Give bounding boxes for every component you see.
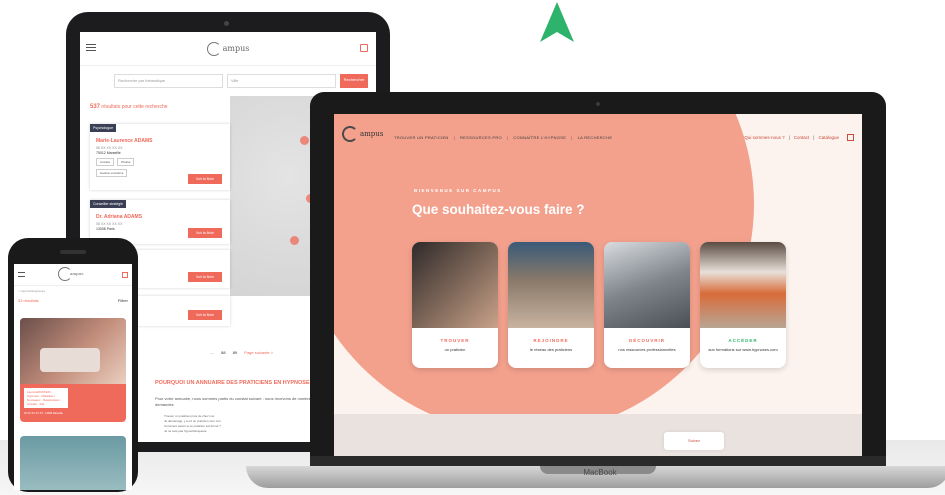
main-menu: TROUVER UN PRATICIEN | RESSOURCES PRO | CO… (394, 135, 613, 140)
see-profile-button[interactable]: Voir la fiche (187, 310, 222, 320)
practitioner-card[interactable]: Psychologue Marie-Laurence ADAMS 06 XX X… (90, 124, 230, 190)
card-subtitle: aux formations sur www.hypnoses.com (708, 347, 778, 352)
card-photo (412, 242, 498, 328)
results-text: résultats pour cette recherche (101, 104, 168, 110)
card-subtitle: nos ressources professionnelles (618, 347, 676, 352)
specialty-chip: Gestion émotions (96, 169, 128, 177)
card-photo (604, 242, 690, 328)
phone-header: ampus (14, 264, 132, 286)
why-title: POURQUOI UN ANNUAIRE DES PRATICIENS EN H… (155, 380, 310, 386)
laptop-screen: ampus TROUVER UN PRATICIEN | RESSOURCES P… (334, 114, 862, 456)
results-count: 33 résultats (18, 298, 39, 303)
logo-text: ampus (360, 130, 384, 138)
nav-pro-resources[interactable]: RESSOURCES PRO (460, 135, 502, 140)
card-meta: 06 XX XX XX XX · 13008 Marseille (24, 412, 63, 415)
action-card-access[interactable]: ACCÉDER aux formations sur www.hypnoses.… (700, 242, 786, 368)
search-button[interactable]: Rechercher (340, 74, 368, 88)
specialty-chip: Anxiété (96, 158, 115, 166)
why-text: Pour votre annuaire, nous sommes partis … (155, 396, 320, 407)
phone-device: ampus > Hypnothérapeutes 33 résultats Fi… (8, 238, 138, 492)
breadcrumb[interactable]: > Hypnothérapeutes (18, 289, 128, 293)
card-title: REJOINDRE (533, 338, 569, 343)
arrow-up-icon (540, 2, 574, 42)
results-number: 537 (90, 104, 101, 110)
see-profile-button[interactable]: Voir la fiche (187, 272, 222, 282)
nav-know-hypnosis[interactable]: CONNAÎTRE L'HYPNOSE (513, 135, 566, 140)
secondary-nav: Qui sommes-nous ? | Contact | Catalogue (744, 134, 854, 141)
calendar-icon[interactable] (122, 272, 128, 278)
action-cards: TROUVER un praticien REJOINDRE le réseau… (412, 242, 786, 368)
page-link[interactable]: 88 (221, 350, 225, 355)
top-nav: ampus TROUVER UN PRATICIEN | RESSOURCES P… (334, 114, 862, 160)
practitioner-city: 75012 Marseille (96, 151, 121, 155)
card-photo (700, 242, 786, 328)
page-link[interactable]: 89 (233, 350, 237, 355)
specialty-chip: Phobie (117, 158, 135, 166)
map-pin[interactable] (290, 236, 299, 245)
nav-catalogue[interactable]: Catalogue (818, 135, 839, 140)
nav-contact[interactable]: Contact (794, 135, 810, 140)
city-input[interactable]: Ville (227, 74, 336, 88)
action-card-discover[interactable]: DÉCOUVRIR nos ressources professionnelle… (604, 242, 690, 368)
macbook-label: MacBook (583, 468, 617, 477)
card-tag: Conseiller stratégie (90, 200, 126, 208)
next-page-link[interactable]: Page suivante > (244, 350, 273, 355)
card-title: TROUVER (440, 338, 470, 343)
phone-speaker (60, 250, 86, 254)
action-card-join[interactable]: REJOINDRE le réseau des praticiens (508, 242, 594, 368)
card-tag: Psychologue (90, 124, 117, 132)
why-list-item: Je ne suis pas hypnothérapeute (164, 429, 207, 433)
footer-band (334, 414, 862, 456)
filter-button[interactable]: Filtrer (118, 298, 128, 303)
logo-text: ampus (70, 271, 84, 276)
tablet-camera (224, 21, 229, 26)
page-ellipsis: … (210, 350, 214, 355)
laptop-camera (596, 102, 600, 106)
action-card-find[interactable]: TROUVER un praticien (412, 242, 498, 368)
search-input[interactable]: Recherche par thématique (114, 74, 223, 88)
see-profile-button[interactable]: Voir la fiche (187, 174, 222, 184)
campus-logo[interactable]: ampus (206, 41, 250, 56)
card-subtitle: Accompagnement psychique (24, 404, 63, 408)
campus-logo[interactable]: ampus (342, 126, 383, 142)
nav-research[interactable]: LA RECHERCHE (578, 135, 613, 140)
results-bar: 33 résultats Filtrer (18, 298, 128, 303)
tablet-header: ampus (80, 32, 376, 66)
why-list: Trouver un praticien près de chez moi Je… (164, 414, 221, 434)
calendar-icon[interactable] (847, 134, 854, 141)
practitioner-phone: 06 XX XX XX XX (96, 146, 123, 150)
practitioner-name[interactable]: Dr. Adriana ADAMS (96, 214, 224, 220)
practitioner-card[interactable] (20, 436, 126, 490)
laptop-device: ampus TROUVER UN PRATICIEN | RESSOURCES P… (310, 92, 886, 466)
card-subtitle: un praticien (444, 347, 466, 352)
card-photo (508, 242, 594, 328)
practitioner-name[interactable]: Marie-Laurence ADAMS (96, 138, 224, 144)
hero-title: Que souhaitez-vous faire ? (412, 202, 585, 217)
card-title: DÉCOUVRIR (628, 338, 665, 343)
follow-button[interactable]: Suivez (664, 432, 724, 450)
laptop-chin (310, 456, 886, 466)
map-pin[interactable] (300, 136, 309, 145)
menu-icon[interactable] (86, 44, 96, 51)
card-subtitle: le réseau des praticiens (529, 347, 573, 352)
calendar-icon[interactable] (360, 44, 368, 52)
logo-text: ampus (222, 44, 250, 53)
practitioner-card[interactable]: Laura ERNSTEIN · Hypnose · Maladies / No… (20, 318, 126, 422)
phone-screen: ampus > Hypnothérapeutes 33 résultats Fi… (14, 264, 132, 490)
pagination: … 88 89 Page suivante > (210, 350, 279, 355)
nav-about[interactable]: Qui sommes-nous ? (744, 135, 784, 140)
card-title: ACCÉDER (728, 338, 758, 343)
card-photo (20, 318, 126, 384)
nav-find-practitioner[interactable]: TROUVER UN PRATICIEN (394, 135, 449, 140)
hero-eyebrow: BIENVENUE SUR CAMPUS (414, 188, 502, 193)
see-profile-button[interactable]: Voir la fiche (187, 228, 222, 238)
menu-icon[interactable] (18, 272, 25, 277)
practitioner-phone: 06 XX XX XX XX (96, 222, 123, 226)
search-bar: Recherche par thématique Ville Recherche… (114, 74, 368, 88)
